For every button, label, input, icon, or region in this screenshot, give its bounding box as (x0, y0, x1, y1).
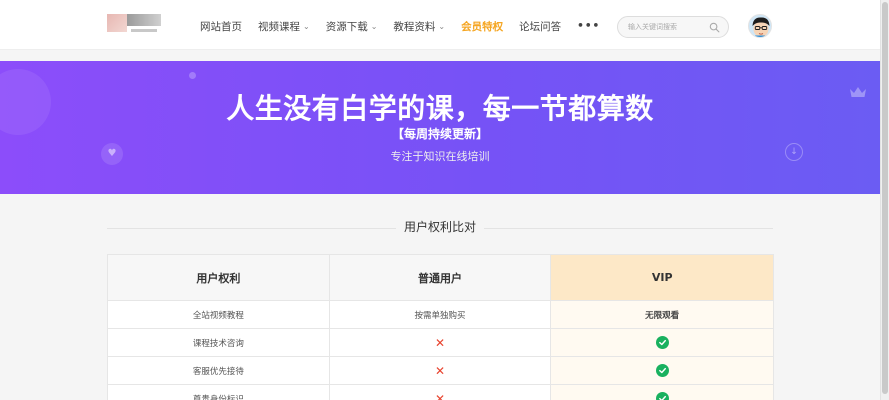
banner-tagline: 专注于知识在线培训 (390, 150, 490, 163)
table-cell-right: 客服优先接待 (108, 357, 330, 385)
more-menu-button[interactable]: ••• (577, 18, 600, 34)
table-cell-normal: ✕ (329, 329, 552, 357)
table-cell-right: 尊贵身份标识 (108, 385, 330, 400)
search-input[interactable] (628, 19, 710, 35)
column-header-normal-user: 普通用户 (329, 255, 552, 301)
site-logo[interactable] (107, 14, 161, 36)
nav-item-video-courses[interactable]: 视频课程 ⌄ (258, 18, 310, 34)
nav-item-home[interactable]: 网站首页 (200, 18, 242, 34)
check-icon (655, 364, 669, 377)
vip-value: 无限观看 (645, 310, 680, 321)
main-nav: 网站首页 视频课程 ⌄ 资源下载 ⌄ 教程资料 ⌄ 会员特权 论坛问答 ••• (200, 18, 616, 34)
nav-item-label: 视频课程 (258, 20, 300, 33)
rights-comparison-table: 用户权利 普通用户 VIP 全站视频教程 按需单独购买 无限观看 课程技术咨询 … (107, 254, 775, 400)
table-row: 尊贵身份标识 ✕ (108, 385, 775, 400)
cross-icon: ✕ (434, 363, 446, 378)
column-header-vip: VIP (551, 255, 775, 301)
chevron-down-icon: ⌄ (370, 21, 378, 31)
banner-subtitle: 【每周持续更新】 (391, 127, 488, 141)
avatar-face-icon (749, 15, 771, 37)
nav-item-label: 会员特权 (461, 20, 504, 33)
table-row: 课程技术咨询 ✕ (108, 329, 775, 357)
table-header-row: 用户权利 普通用户 VIP (108, 255, 775, 301)
more-icon: ••• (577, 20, 601, 32)
table-cell-vip (551, 385, 775, 400)
logo-wordmark (127, 14, 161, 26)
column-header-rights: 用户权利 (108, 255, 330, 301)
table-cell-right: 课程技术咨询 (108, 329, 330, 357)
table-row: 客服优先接待 ✕ (108, 357, 775, 385)
section-title: 用户权利比对 (396, 218, 485, 235)
table-cell-vip (551, 357, 775, 385)
nav-item-vip[interactable]: 会员特权 (461, 18, 503, 34)
logo-mark (107, 14, 127, 32)
table-cell-normal: 按需单独购买 (329, 301, 552, 329)
chevron-down-icon: ⌄ (438, 21, 446, 31)
check-icon (655, 336, 669, 349)
site-header: 网站首页 视频课程 ⌄ 资源下载 ⌄ 教程资料 ⌄ 会员特权 论坛问答 ••• (0, 0, 880, 50)
scrollbar-thumb[interactable] (882, 2, 888, 394)
banner-title: 人生没有白学的课，每一节都算数 (226, 92, 654, 125)
table-cell-right: 全站视频教程 (108, 301, 330, 329)
logo-tagline (131, 29, 157, 32)
cross-icon: ✕ (434, 335, 446, 350)
nav-item-label: 教程资料 (393, 20, 436, 33)
hero-banner: ♥ ↓ 人生没有白学的课，每一节都算数 【每周持续更新】 专注于知识在线培训 (0, 61, 880, 194)
nav-item-forum[interactable]: 论坛问答 (519, 18, 561, 34)
table-cell-vip: 无限观看 (551, 301, 775, 329)
search-icon[interactable] (709, 22, 720, 33)
search-box (617, 16, 729, 38)
decorative-dot (189, 72, 196, 79)
page-scrollbar[interactable] (880, 0, 889, 400)
table-row: 全站视频教程 按需单独购买 无限观看 (108, 301, 775, 329)
user-avatar[interactable] (748, 14, 772, 38)
table-cell-normal: ✕ (329, 357, 552, 385)
nav-item-tutorials[interactable]: 教程资料 ⌄ (393, 18, 445, 34)
table-cell-normal: ✕ (330, 385, 552, 400)
chevron-down-icon: ⌄ (303, 21, 310, 31)
nav-item-label: 论坛问答 (519, 20, 562, 33)
cross-icon: ✕ (434, 391, 446, 400)
nav-item-downloads[interactable]: 资源下载 ⌄ (326, 18, 378, 34)
nav-item-label: 网站首页 (200, 20, 242, 33)
nav-item-label: 资源下载 (325, 20, 368, 33)
table-cell-vip (551, 329, 775, 357)
check-icon (655, 392, 669, 400)
